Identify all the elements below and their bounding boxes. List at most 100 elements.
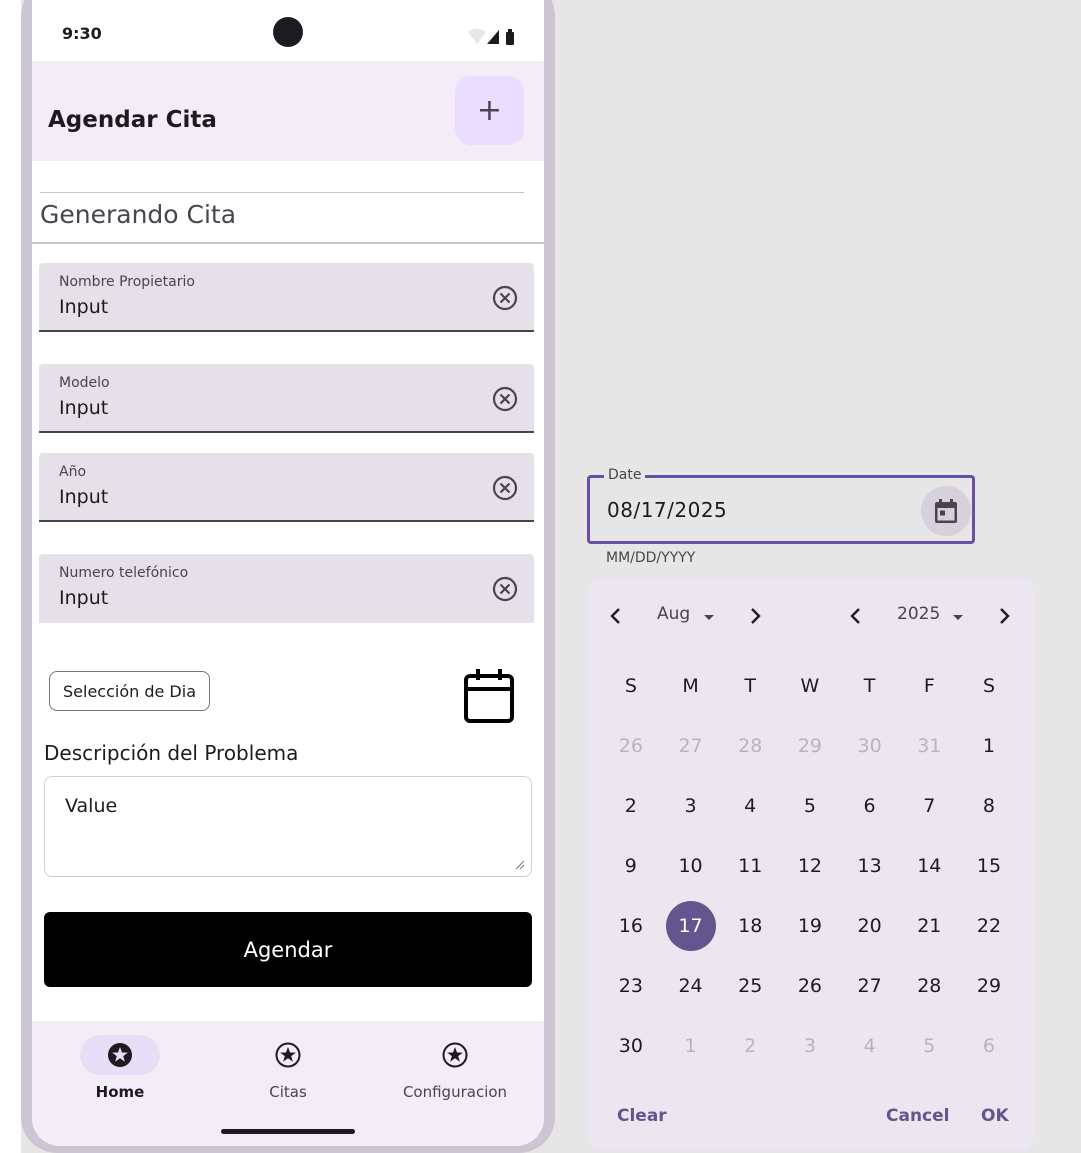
day-selection-button[interactable]: Selección de Dia (49, 671, 210, 711)
calendar-day[interactable]: 13 (840, 841, 900, 891)
calendar-day[interactable]: 29 (959, 961, 1019, 1011)
calendar-day[interactable]: 26 (780, 961, 840, 1011)
add-button[interactable]: + (455, 76, 524, 145)
calendar-day[interactable]: 3 (661, 781, 721, 831)
month-select[interactable]: Aug (657, 604, 690, 624)
next-year-icon[interactable] (997, 606, 1011, 626)
weekday-label: T (744, 675, 757, 697)
date-label: Date (604, 467, 646, 483)
weekday-header: S M T W T F S (601, 661, 1019, 711)
cancel-button[interactable]: Cancel (886, 1106, 949, 1126)
description-textarea[interactable]: Value (44, 776, 532, 877)
calendar-day[interactable]: 18 (720, 901, 780, 951)
nav-label: Configuracion (402, 1083, 508, 1101)
bottom-nav: Home Citas Configuracion (32, 1021, 544, 1146)
calendar-day-selected[interactable]: 17 (661, 901, 721, 951)
field-value: Input (59, 587, 109, 609)
year-field[interactable]: Año Input (39, 453, 534, 522)
calendar-day[interactable]: 25 (720, 961, 780, 1011)
calendar-day[interactable]: 16 (601, 901, 661, 951)
calendar-day: 6 (982, 1035, 996, 1057)
calendar-day[interactable]: 14 (899, 841, 959, 891)
calendar-day[interactable]: 24 (661, 961, 721, 1011)
clear-icon[interactable] (492, 285, 518, 311)
date-input[interactable]: Date 08/17/2025 (587, 467, 975, 544)
calendar-day[interactable]: 12 (780, 841, 840, 891)
section-title: Generando Cita (40, 200, 237, 229)
calendar-day: 3 (803, 1035, 816, 1057)
divider (40, 192, 524, 193)
calendar-day[interactable]: 15 (959, 841, 1019, 891)
background-strip (0, 0, 21, 1153)
model-field[interactable]: Modelo Input (39, 364, 534, 433)
page-title: Agendar Cita (48, 107, 217, 133)
field-label: Nombre Propietario (59, 274, 195, 290)
calendar-day: 4 (863, 1035, 876, 1057)
selected-day-circle: 17 (665, 901, 716, 951)
weekday-label: S (624, 675, 637, 697)
calendar-day[interactable]: 19 (780, 901, 840, 951)
status-icons (468, 28, 514, 45)
month-dropdown-icon[interactable] (704, 615, 714, 620)
field-label: Numero telefónico (59, 565, 189, 581)
calendar-day[interactable]: 9 (601, 841, 661, 891)
nav-item-home[interactable]: Home (35, 1035, 205, 1101)
field-value: Input (59, 486, 109, 508)
calendar-day: 26 (618, 735, 643, 757)
calendar-day[interactable]: 23 (601, 961, 661, 1011)
calendar-day[interactable]: 1 (959, 721, 1019, 771)
owner-name-field[interactable]: Nombre Propietario Input (39, 263, 534, 332)
plus-icon: + (476, 93, 503, 128)
calendar-day: 1 (684, 1035, 697, 1057)
phone-number-field[interactable]: Numero telefónico Input (39, 554, 534, 623)
calendar-day: 27 (678, 735, 703, 757)
field-label: Año (59, 464, 87, 480)
calendar-day[interactable]: 28 (899, 961, 959, 1011)
calendar-day[interactable]: 21 (899, 901, 959, 951)
nav-pill (415, 1035, 495, 1075)
nav-item-configuracion[interactable]: Configuracion (370, 1035, 540, 1101)
calendar-day[interactable]: 6 (840, 781, 900, 831)
calendar-day: 29 (797, 735, 822, 757)
ok-button[interactable]: OK (981, 1106, 1009, 1126)
phone-screen: 9:30 Agendar Cita + Generando Cita Nombr… (32, 0, 544, 1146)
year-dropdown-icon[interactable] (953, 615, 963, 620)
clear-icon[interactable] (492, 576, 518, 602)
calendar-day[interactable]: 10 (661, 841, 721, 891)
nav-pill (80, 1035, 160, 1075)
calendar-day[interactable]: 30 (601, 1021, 661, 1071)
calendar-day[interactable]: 5 (780, 781, 840, 831)
calendar-week: 16 17 18 19 20 21 22 (601, 901, 1019, 951)
resize-grip-icon[interactable] (515, 860, 525, 870)
calendar-day[interactable]: 4 (720, 781, 780, 831)
description-label: Descripción del Problema (44, 741, 299, 765)
calendar-day[interactable]: 27 (840, 961, 900, 1011)
calendar-day[interactable]: 2 (601, 781, 661, 831)
status-bar: 9:30 (32, 0, 544, 61)
field-value: Input (59, 397, 109, 419)
calendar-day[interactable]: 20 (840, 901, 900, 951)
calendar-day[interactable]: 8 (959, 781, 1019, 831)
calendar-day[interactable]: 7 (899, 781, 959, 831)
prev-year-icon[interactable] (849, 606, 863, 626)
clear-icon[interactable] (492, 386, 518, 412)
nav-item-citas[interactable]: Citas (203, 1035, 373, 1101)
year-select[interactable]: 2025 (897, 604, 940, 624)
calendar-week: 9 10 11 12 13 14 15 (601, 841, 1019, 891)
calendar-week: 30 1 2 3 4 5 6 (601, 1021, 1019, 1071)
calendar-week: 2 3 4 5 6 7 8 (601, 781, 1019, 831)
calendar-day: 2 (744, 1035, 757, 1057)
clear-button[interactable]: Clear (617, 1106, 667, 1126)
calendar-day[interactable]: 22 (959, 901, 1019, 951)
prev-month-icon[interactable] (609, 606, 623, 626)
open-calendar-button[interactable] (921, 486, 971, 536)
calendar-icon[interactable] (463, 667, 515, 725)
calendar-day[interactable]: 11 (720, 841, 780, 891)
clear-icon[interactable] (492, 475, 518, 501)
phone-frame: 9:30 Agendar Cita + Generando Cita Nombr… (21, 0, 555, 1153)
weekday-label: S (982, 675, 995, 697)
schedule-button[interactable]: Agendar (44, 912, 532, 987)
next-month-icon[interactable] (748, 606, 762, 626)
date-format-hint: MM/DD/YYYY (606, 550, 696, 566)
star-icon (108, 1043, 132, 1067)
